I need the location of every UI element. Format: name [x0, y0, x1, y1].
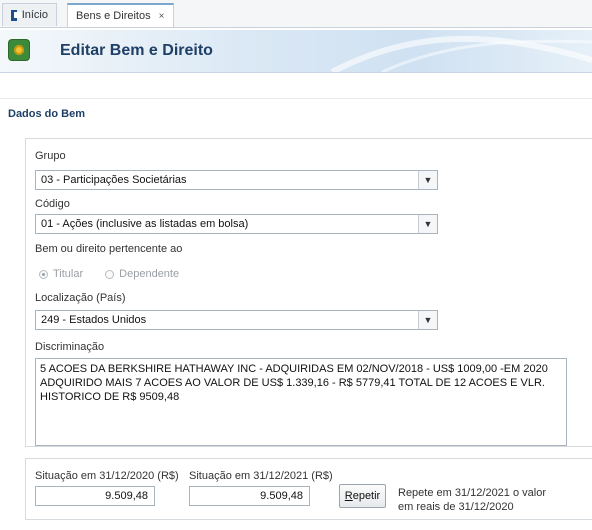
situacao-2021-label: Situação em 31/12/2021 (R$)	[189, 470, 333, 482]
radio-icon[interactable]	[105, 269, 115, 279]
divider	[0, 98, 592, 99]
tab-bens-label: Bens e Direitos	[76, 10, 151, 22]
situacao-2021-input[interactable]: 9.509,48	[189, 486, 310, 506]
pertence-label: Bem ou direito pertencente ao	[35, 243, 183, 255]
chevron-down-icon[interactable]: ▼	[418, 311, 437, 329]
radio-titular[interactable]: Titular	[39, 268, 83, 280]
tab-bar: Início Bens e Direitos ×	[0, 0, 592, 28]
chevron-down-icon[interactable]: ▼	[418, 171, 437, 189]
page-header: Editar Bem e Direito	[0, 30, 592, 73]
owner-radio-group: Titular Dependente	[39, 268, 179, 280]
tab-inicio[interactable]: Início	[2, 3, 57, 26]
chevron-down-icon[interactable]: ▼	[418, 215, 437, 233]
radio-dependente[interactable]: Dependente	[105, 268, 179, 280]
localizacao-value: 249 - Estados Unidos	[41, 314, 147, 326]
situacao-2020-label: Situação em 31/12/2020 (R$)	[35, 470, 179, 482]
page-title: Editar Bem e Direito	[60, 42, 213, 59]
localizacao-label: Localização (País)	[35, 292, 126, 304]
grupo-value: 03 - Participações Societárias	[41, 174, 187, 186]
tab-bens-e-direitos[interactable]: Bens e Direitos ×	[67, 3, 174, 27]
section-title: Dados do Bem	[8, 108, 86, 120]
situacao-2020-input[interactable]: 9.509,48	[35, 486, 155, 506]
repetir-label: epetir	[352, 490, 381, 502]
codigo-select[interactable]: 01 - Ações (inclusive as listadas em bol…	[35, 214, 438, 234]
codigo-value: 01 - Ações (inclusive as listadas em bol…	[41, 218, 249, 230]
discriminacao-label: Discriminação	[35, 341, 105, 353]
header-decoration	[330, 35, 592, 72]
grupo-label: Grupo	[35, 150, 66, 162]
home-icon	[11, 9, 22, 21]
radio-selected-icon[interactable]	[39, 269, 48, 279]
radio-dependente-label: Dependente	[119, 268, 180, 280]
repetir-note: Repete em 31/12/2021 o valor em reais de…	[398, 486, 546, 514]
repetir-note-line1: Repete em 31/12/2021 o valor	[398, 487, 546, 499]
localizacao-select[interactable]: 249 - Estados Unidos ▼	[35, 310, 438, 330]
repetir-button[interactable]: Repetir	[339, 484, 386, 508]
money-icon	[9, 40, 29, 60]
close-icon[interactable]: ×	[159, 11, 165, 22]
grupo-select[interactable]: 03 - Participações Societárias ▼	[35, 170, 438, 190]
repetir-mnemonic: R	[344, 490, 353, 502]
radio-titular-label: Titular	[53, 268, 84, 280]
codigo-label: Código	[35, 198, 70, 210]
discriminacao-textarea[interactable]: 5 ACOES DA BERKSHIRE HATHAWAY INC - ADQU…	[35, 358, 567, 446]
tab-inicio-label: Início	[21, 9, 48, 21]
repetir-note-line2: em reais de 31/12/2020	[398, 501, 514, 513]
